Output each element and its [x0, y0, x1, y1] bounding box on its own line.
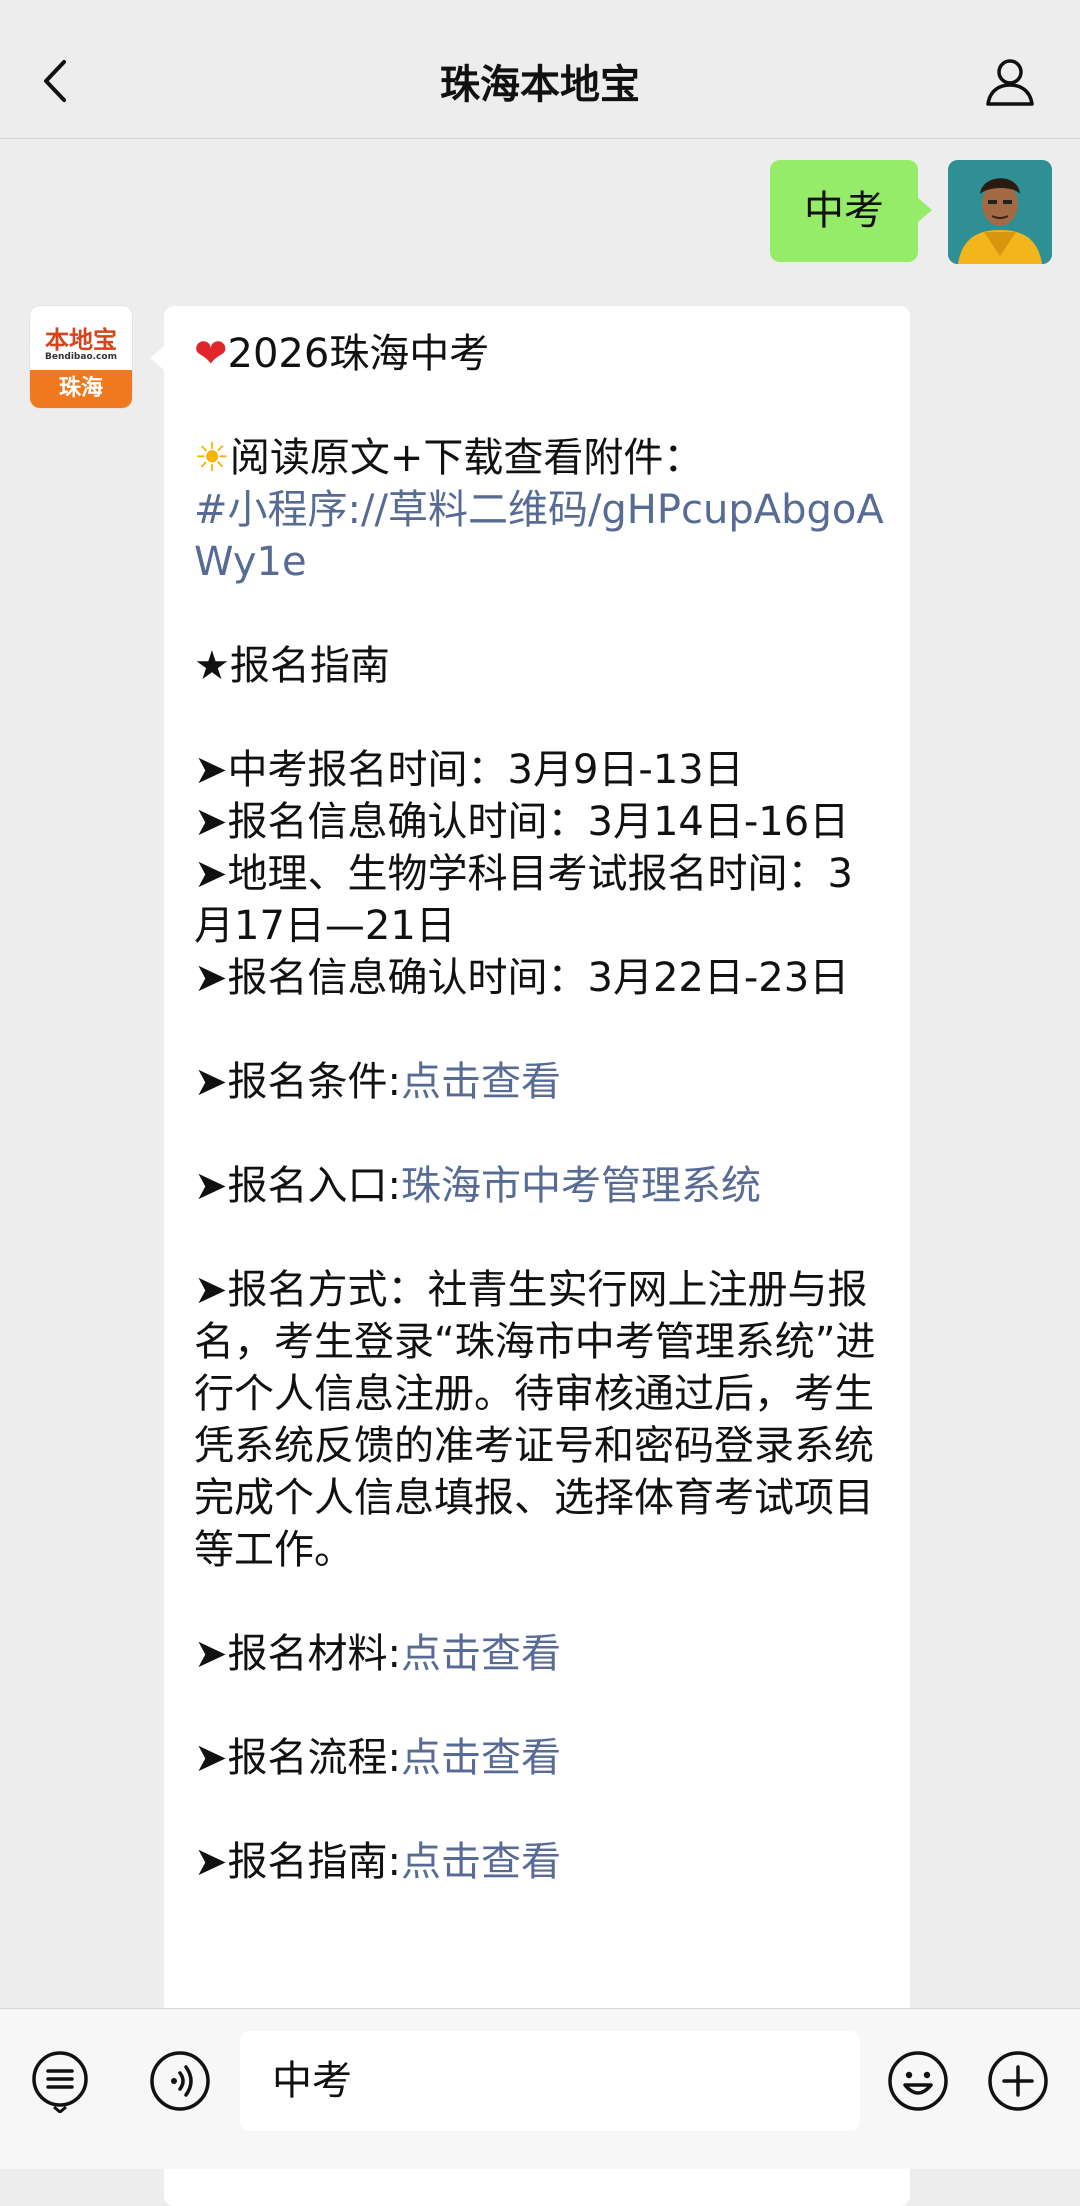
user-avatar-image — [948, 160, 1052, 264]
materials-label: ➤报名材料: — [194, 1631, 401, 1677]
info-line: ➤报名信息确认时间：3月14日-16日 — [194, 799, 850, 845]
guide-link[interactable]: 点击查看 — [401, 1839, 561, 1885]
entry-link[interactable]: 珠海市中考管理系统 — [401, 1163, 761, 1209]
process-label: ➤报名流程: — [194, 1735, 401, 1781]
outgoing-bubble[interactable]: 中考 — [770, 160, 932, 262]
process-link[interactable]: 点击查看 — [401, 1735, 561, 1781]
guide-label: ➤报名指南: — [194, 1839, 401, 1885]
nav-header: 珠海本地宝 — [0, 0, 1080, 139]
entry-line: ➤报名入口:珠海市中考管理系统 — [194, 1160, 884, 1212]
voice-icon[interactable] — [148, 2049, 212, 2113]
condition-link[interactable]: 点击查看 — [401, 1059, 561, 1105]
logo-text: 本地宝 — [45, 325, 117, 354]
entry-label: ➤报名入口: — [194, 1163, 401, 1209]
info-line: ➤报名信息确认时间：3月22日-23日 — [194, 955, 850, 1001]
outgoing-message: 中考 — [770, 160, 1052, 264]
bot-avatar[interactable]: 本地宝 Bendibao.com 珠海 — [30, 306, 132, 408]
section-heading: ★报名指南 — [194, 643, 390, 689]
materials-link[interactable]: 点击查看 — [401, 1631, 561, 1677]
incoming-bubble: ❤2026珠海中考 ☀阅读原文+下载查看附件： #小程序://草料二维码/gHP… — [150, 306, 910, 2206]
logo-city: 珠海 — [30, 370, 132, 408]
heart-icon: ❤ — [194, 331, 228, 377]
menu-list-icon[interactable] — [28, 2049, 92, 2113]
process-line: ➤报名流程:点击查看 — [194, 1732, 884, 1784]
read-line: ☀阅读原文+下载查看附件： — [194, 432, 884, 484]
materials-line: ➤报名材料:点击查看 — [194, 1628, 884, 1680]
condition-line: ➤报名条件:点击查看 — [194, 1056, 884, 1108]
profile-icon[interactable] — [982, 54, 1038, 110]
message-body: ❤2026珠海中考 ☀阅读原文+下载查看附件： #小程序://草料二维码/gHP… — [194, 328, 884, 1888]
info-line: ➤地理、生物学科目考试报名时间：3月17日—21日 — [194, 851, 853, 949]
user-avatar[interactable] — [948, 160, 1052, 264]
page-title: 珠海本地宝 — [440, 62, 640, 108]
miniprogram-link[interactable]: #小程序://草料二维码/gHPcupAbgoAWy1e — [194, 484, 884, 588]
message-input[interactable]: 中考 — [240, 2031, 860, 2131]
method-paragraph: ➤报名方式：社青生实行网上注册与报名，考生登录“珠海市中考管理系统”进行个人信息… — [194, 1267, 876, 1573]
guide-line: ➤报名指南:点击查看 — [194, 1836, 884, 1888]
info-line: ➤中考报名时间：3月9日-13日 — [194, 747, 744, 793]
sun-icon: ☀ — [194, 435, 230, 481]
condition-label: ➤报名条件: — [194, 1059, 401, 1105]
read-label: 阅读原文+下载查看附件： — [229, 435, 704, 481]
message-title: 2026珠海中考 — [227, 331, 490, 377]
message-title-line: ❤2026珠海中考 — [194, 328, 884, 380]
plus-icon[interactable] — [986, 2049, 1050, 2113]
input-bar: 中考 — [0, 2008, 1080, 2169]
logo-domain: Bendibao.com — [45, 352, 117, 362]
emoji-icon[interactable] — [886, 2049, 950, 2113]
